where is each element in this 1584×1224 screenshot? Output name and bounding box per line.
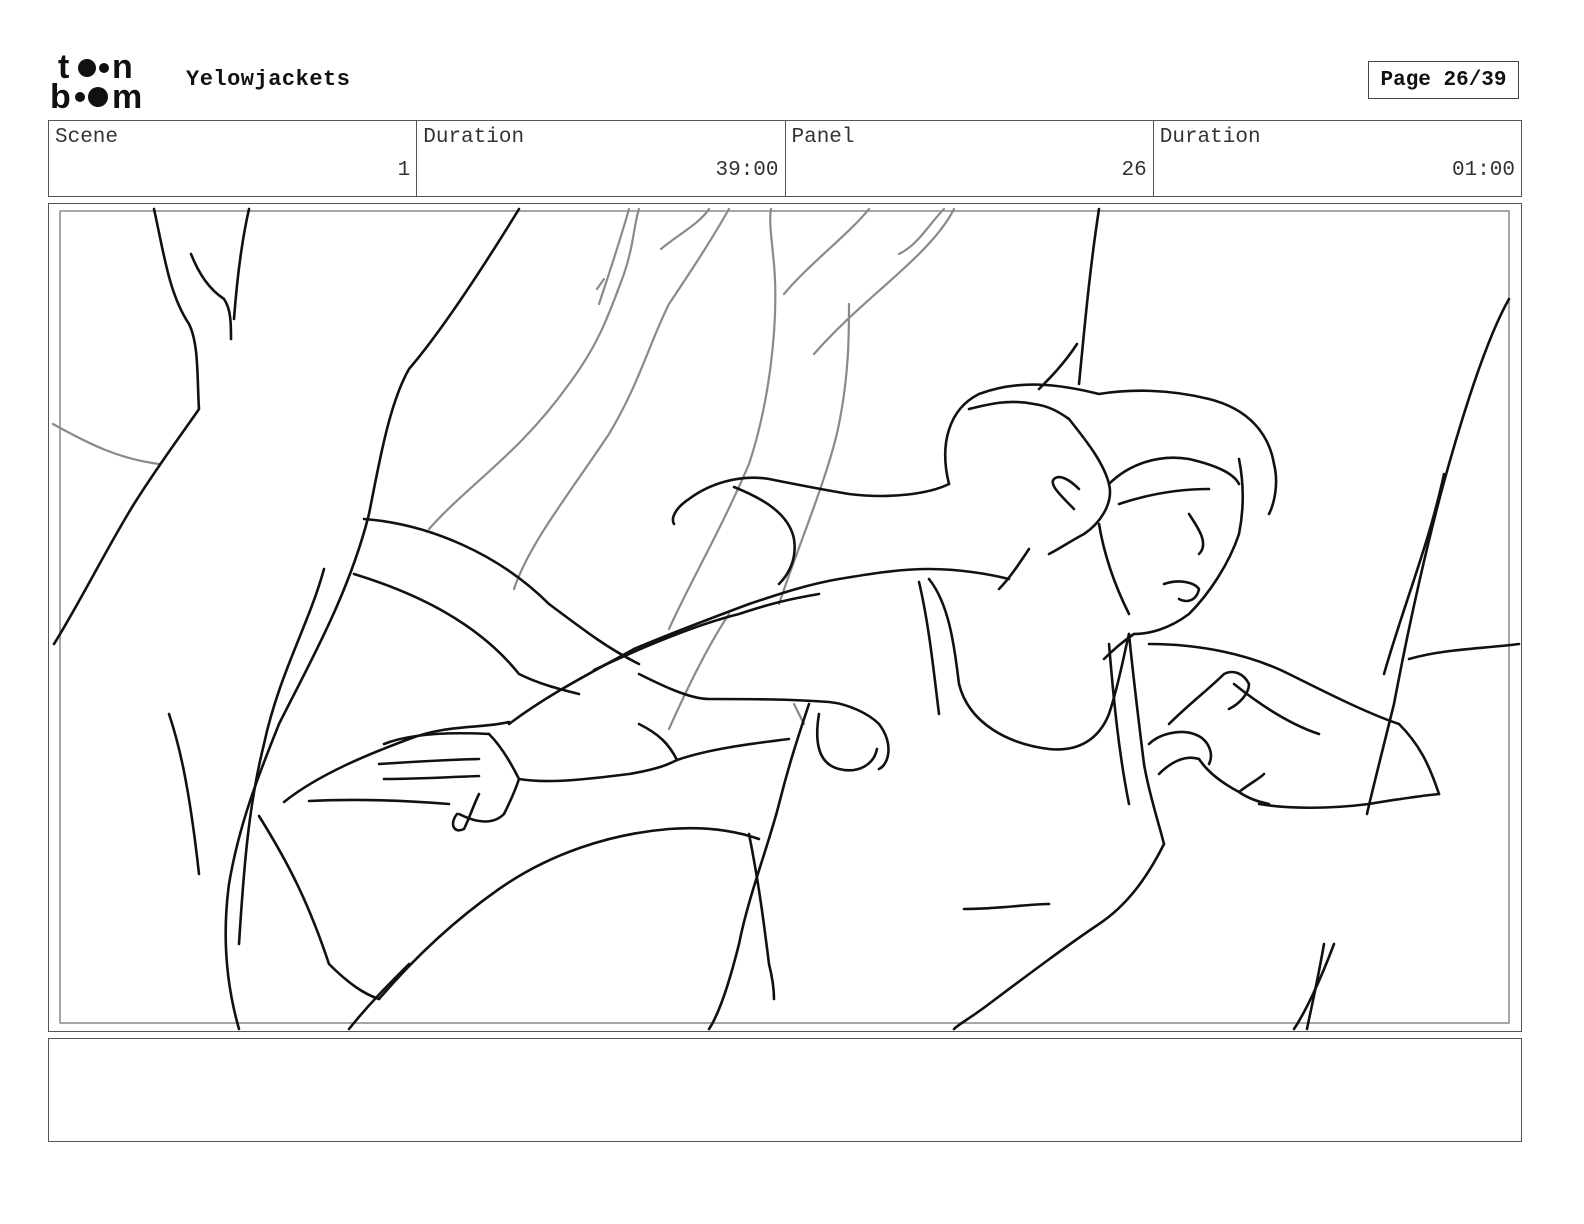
page-indicator: Page 26/39 <box>1368 61 1519 99</box>
scene-duration-value: 39:00 <box>715 159 779 182</box>
panel-label: Panel <box>791 126 855 149</box>
scene-cell: Scene 1 <box>49 121 418 196</box>
storyboard-panel <box>48 203 1522 1032</box>
scene-duration-cell: Duration 39:00 <box>417 121 786 196</box>
svg-text:b: b <box>50 78 71 112</box>
panel-value: 26 <box>1121 159 1147 182</box>
toon-boom-logo: t n b m <box>50 50 142 112</box>
svg-text:m: m <box>112 78 142 112</box>
scene-label: Scene <box>55 126 119 149</box>
panel-notes-box <box>48 1038 1522 1142</box>
panel-cell: Panel 26 <box>786 121 1154 196</box>
panel-duration-cell: Duration 01:00 <box>1154 121 1521 196</box>
panel-duration-value: 01:00 <box>1451 159 1515 182</box>
scene-value: 1 <box>397 159 411 182</box>
scene-info-row: Scene 1 Duration 39:00 Panel 26 Duration… <box>48 120 1522 197</box>
scene-duration-label: Duration <box>423 126 525 149</box>
panel-duration-label: Duration <box>1159 126 1261 149</box>
panel-sketch-image <box>51 207 1521 1031</box>
project-title: Yelowjackets <box>186 67 351 92</box>
